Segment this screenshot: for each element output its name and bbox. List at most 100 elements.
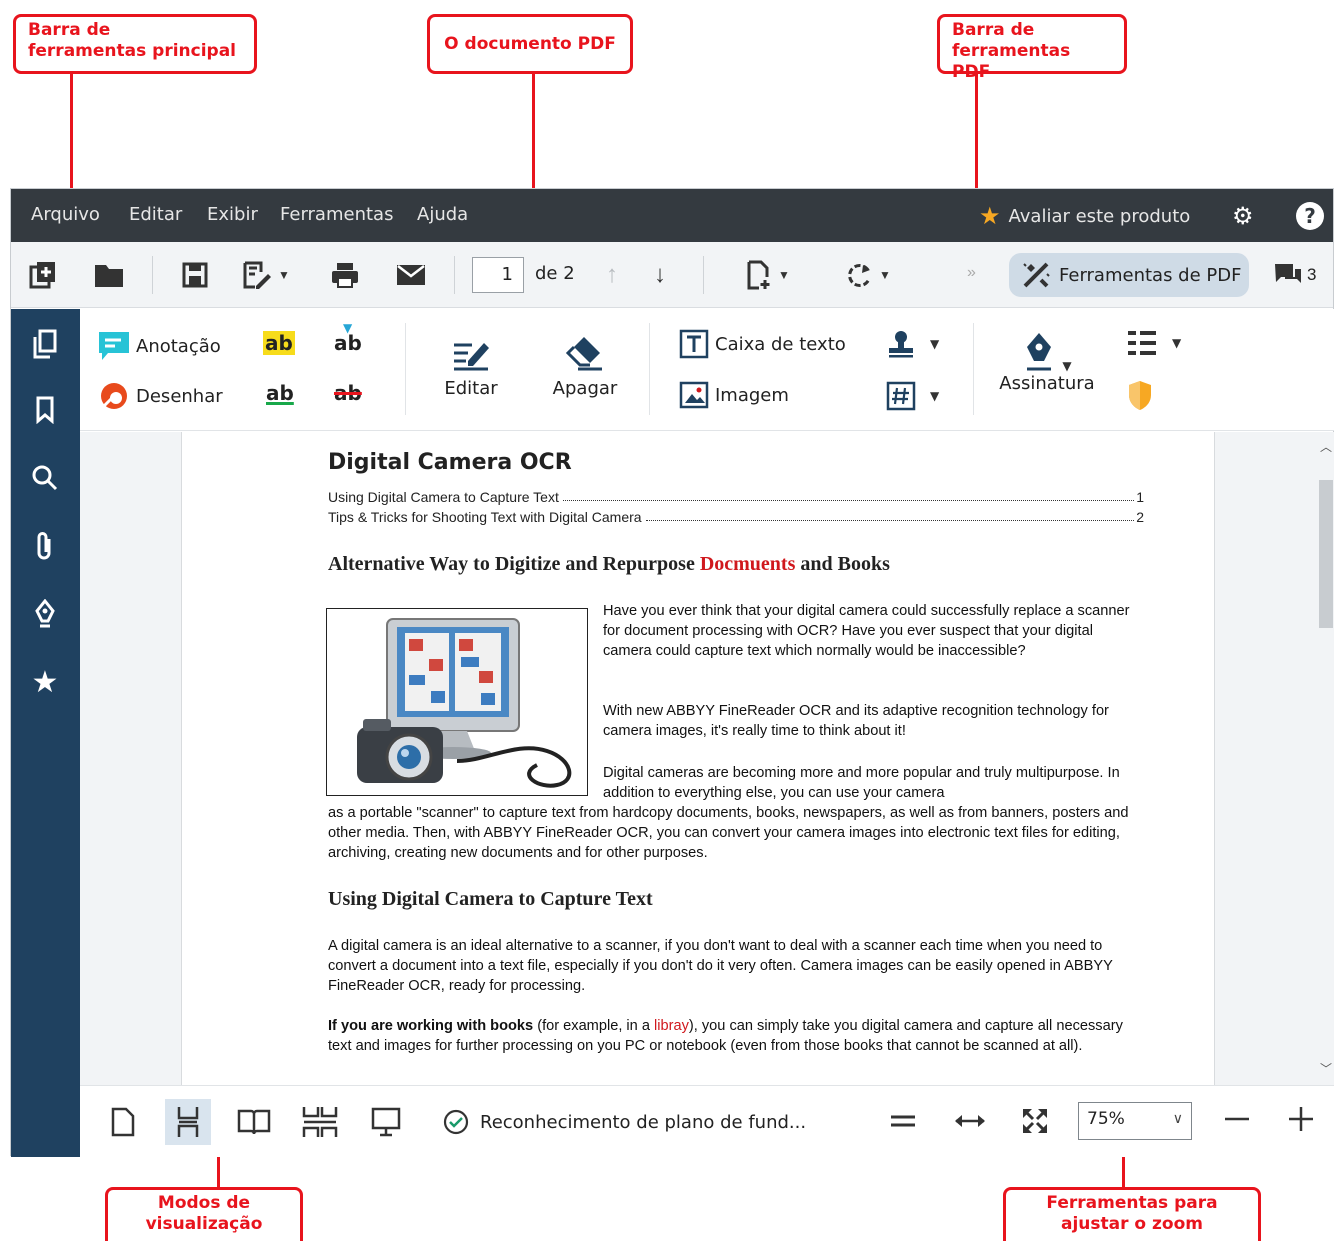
print-icon xyxy=(332,263,358,288)
page-number-input[interactable]: 1 xyxy=(472,257,524,293)
stamp-tool[interactable]: ▼ xyxy=(886,329,939,359)
minus-icon xyxy=(1225,1117,1249,1121)
rotate-icon xyxy=(848,263,871,287)
annotation-tool[interactable]: Anotação xyxy=(98,331,221,361)
two-page-view-button[interactable] xyxy=(231,1099,277,1145)
open-folder-button[interactable] xyxy=(89,258,129,292)
menu-exibir[interactable]: Exibir xyxy=(207,204,258,225)
section-heading: Using Digital Camera to Capture Text xyxy=(328,888,653,910)
search-icon xyxy=(32,465,58,491)
pdf-tools-button[interactable]: Ferramentas de PDF xyxy=(1009,253,1249,297)
gear-icon[interactable]: ⚙ xyxy=(1232,202,1254,230)
scroll-down-icon[interactable]: ﹀ xyxy=(1320,1060,1332,1077)
bates-number-tool[interactable]: ▼ xyxy=(886,381,939,411)
signature-label: Assinatura xyxy=(999,373,1095,394)
image-icon xyxy=(679,381,709,409)
insert-text-tool[interactable]: ab ▼ xyxy=(334,321,362,355)
document-viewer[interactable]: Digital Camera OCR Using Digital Camera … xyxy=(80,432,1334,1085)
sidebar-signatures-button[interactable] xyxy=(30,599,60,629)
fit-page-button[interactable] xyxy=(1020,1106,1050,1142)
link-text[interactable]: libray xyxy=(654,1018,689,1034)
callout-pdf-toolbar: Barra de ferramentas PDF xyxy=(937,14,1127,82)
menu-editar[interactable]: Editar xyxy=(129,204,182,225)
highlight-label: ab xyxy=(265,331,293,355)
camera-monitor-image xyxy=(357,618,572,788)
pdf-page: Digital Camera OCR Using Digital Camera … xyxy=(181,432,1215,1085)
background-recognition-label: Reconhecimento de plano de fund... xyxy=(480,1111,807,1133)
toolbar-separator xyxy=(405,323,406,415)
pen-nib-icon xyxy=(35,599,55,628)
toc-entry[interactable]: Tips & Tricks for Shooting Text with Dig… xyxy=(328,509,1144,525)
menu-ajuda[interactable]: Ajuda xyxy=(417,204,468,225)
zoom-out-button[interactable] xyxy=(1222,1104,1252,1140)
rotate-button[interactable]: ▼ xyxy=(833,258,903,292)
toc-entry[interactable]: Using Digital Camera to Capture Text 1 xyxy=(328,489,1144,505)
paragraph: as a portable "scanner" to capture text … xyxy=(328,805,1129,861)
fit-width-button[interactable] xyxy=(952,1106,988,1142)
eraser-icon xyxy=(565,337,602,371)
mail-icon xyxy=(397,265,425,285)
strikethrough-tool[interactable]: ab xyxy=(334,381,362,405)
fit-lines-icon xyxy=(891,1115,915,1127)
pdf-toolbar: Anotação Desenhar ab ab ab ▼ ab Editar A… xyxy=(80,309,1334,431)
vertical-scrollbar[interactable]: ︿ ﹀ xyxy=(1317,432,1334,1085)
menu-ferramentas[interactable]: Ferramentas xyxy=(280,204,393,225)
edit-icon xyxy=(454,343,489,371)
erase-tool[interactable]: Apagar xyxy=(544,333,626,399)
new-document-button[interactable] xyxy=(25,258,61,292)
scrollbar-thumb[interactable] xyxy=(1319,480,1333,628)
zoom-value: 75% xyxy=(1087,1109,1125,1129)
sidebar-pages-button[interactable] xyxy=(30,329,60,359)
image-tool[interactable]: Imagem xyxy=(679,381,789,409)
fit-height-button[interactable] xyxy=(888,1106,918,1142)
highlight-tool[interactable]: ab xyxy=(263,331,295,355)
toc-page: 2 xyxy=(1136,509,1144,525)
print-button[interactable] xyxy=(327,258,363,292)
check-circle-icon xyxy=(443,1109,469,1135)
list-settings-icon xyxy=(1128,331,1156,355)
sidebar-search-button[interactable] xyxy=(30,463,60,493)
save-button[interactable] xyxy=(177,258,213,292)
scroll-up-icon[interactable]: ︿ xyxy=(1320,438,1332,455)
paragraph: With new ABBYY FineReader OCR and its ad… xyxy=(603,703,1109,739)
rate-product-button[interactable]: ★ Avaliar este produto xyxy=(979,202,1190,230)
sidebar-bookmarks-button[interactable] xyxy=(30,395,60,425)
sidebar-attachments-button[interactable] xyxy=(30,531,60,561)
draw-icon xyxy=(100,383,127,410)
underline-tool[interactable]: ab xyxy=(266,381,294,405)
two-page-scroll-view-button[interactable] xyxy=(297,1099,343,1145)
sidebar-favorites-button[interactable]: ★ xyxy=(30,666,60,699)
comments-button[interactable]: 3 xyxy=(1273,262,1316,288)
draw-label: Desenhar xyxy=(136,385,223,407)
zoom-select[interactable]: 75% ∨ xyxy=(1078,1102,1192,1140)
continuous-scroll-icon xyxy=(177,1107,199,1137)
email-button[interactable] xyxy=(393,258,429,292)
toolbar-overflow[interactable]: » xyxy=(967,264,976,282)
chevron-down-icon: ▼ xyxy=(1172,336,1182,350)
next-page-button[interactable]: ↓ xyxy=(647,258,673,292)
background-recognition-status[interactable]: Reconhecimento de plano de fund... xyxy=(442,1108,806,1136)
help-icon[interactable]: ? xyxy=(1296,202,1324,230)
callout-pdf-document: O documento PDF xyxy=(427,14,633,74)
scroll-view-button[interactable] xyxy=(165,1099,211,1145)
save-as-button[interactable]: ▼ xyxy=(233,258,299,292)
draw-tool[interactable]: Desenhar xyxy=(98,381,223,411)
zoom-in-button[interactable] xyxy=(1286,1104,1316,1140)
text-box-tool[interactable]: Caixa de texto xyxy=(679,329,846,359)
bold-text: If you are working with books xyxy=(328,1018,534,1034)
previous-page-button[interactable]: ↑ xyxy=(599,258,625,292)
erase-label: Apagar xyxy=(552,378,618,399)
paragraph: If you are working with books (for examp… xyxy=(328,1017,1148,1057)
caret-insert-icon: ▼ xyxy=(343,321,353,335)
signature-tool[interactable]: ▼ Assinatura xyxy=(992,331,1102,394)
menu-arquivo[interactable]: Arquivo xyxy=(31,204,100,225)
protect-tool[interactable] xyxy=(1126,379,1154,411)
paragraph: Digital cameras are becoming more and mo… xyxy=(603,765,1120,801)
single-page-view-button[interactable] xyxy=(100,1099,146,1145)
redaction-options-tool[interactable]: ▼ xyxy=(1126,329,1181,357)
callout-view-modes: Modos de visualização xyxy=(105,1187,303,1241)
add-page-button[interactable]: ▼ xyxy=(733,258,803,292)
full-screen-view-button[interactable] xyxy=(363,1099,409,1145)
edit-tool[interactable]: Editar xyxy=(430,333,512,399)
paragraph: Have you ever think that your digital ca… xyxy=(603,603,1130,659)
